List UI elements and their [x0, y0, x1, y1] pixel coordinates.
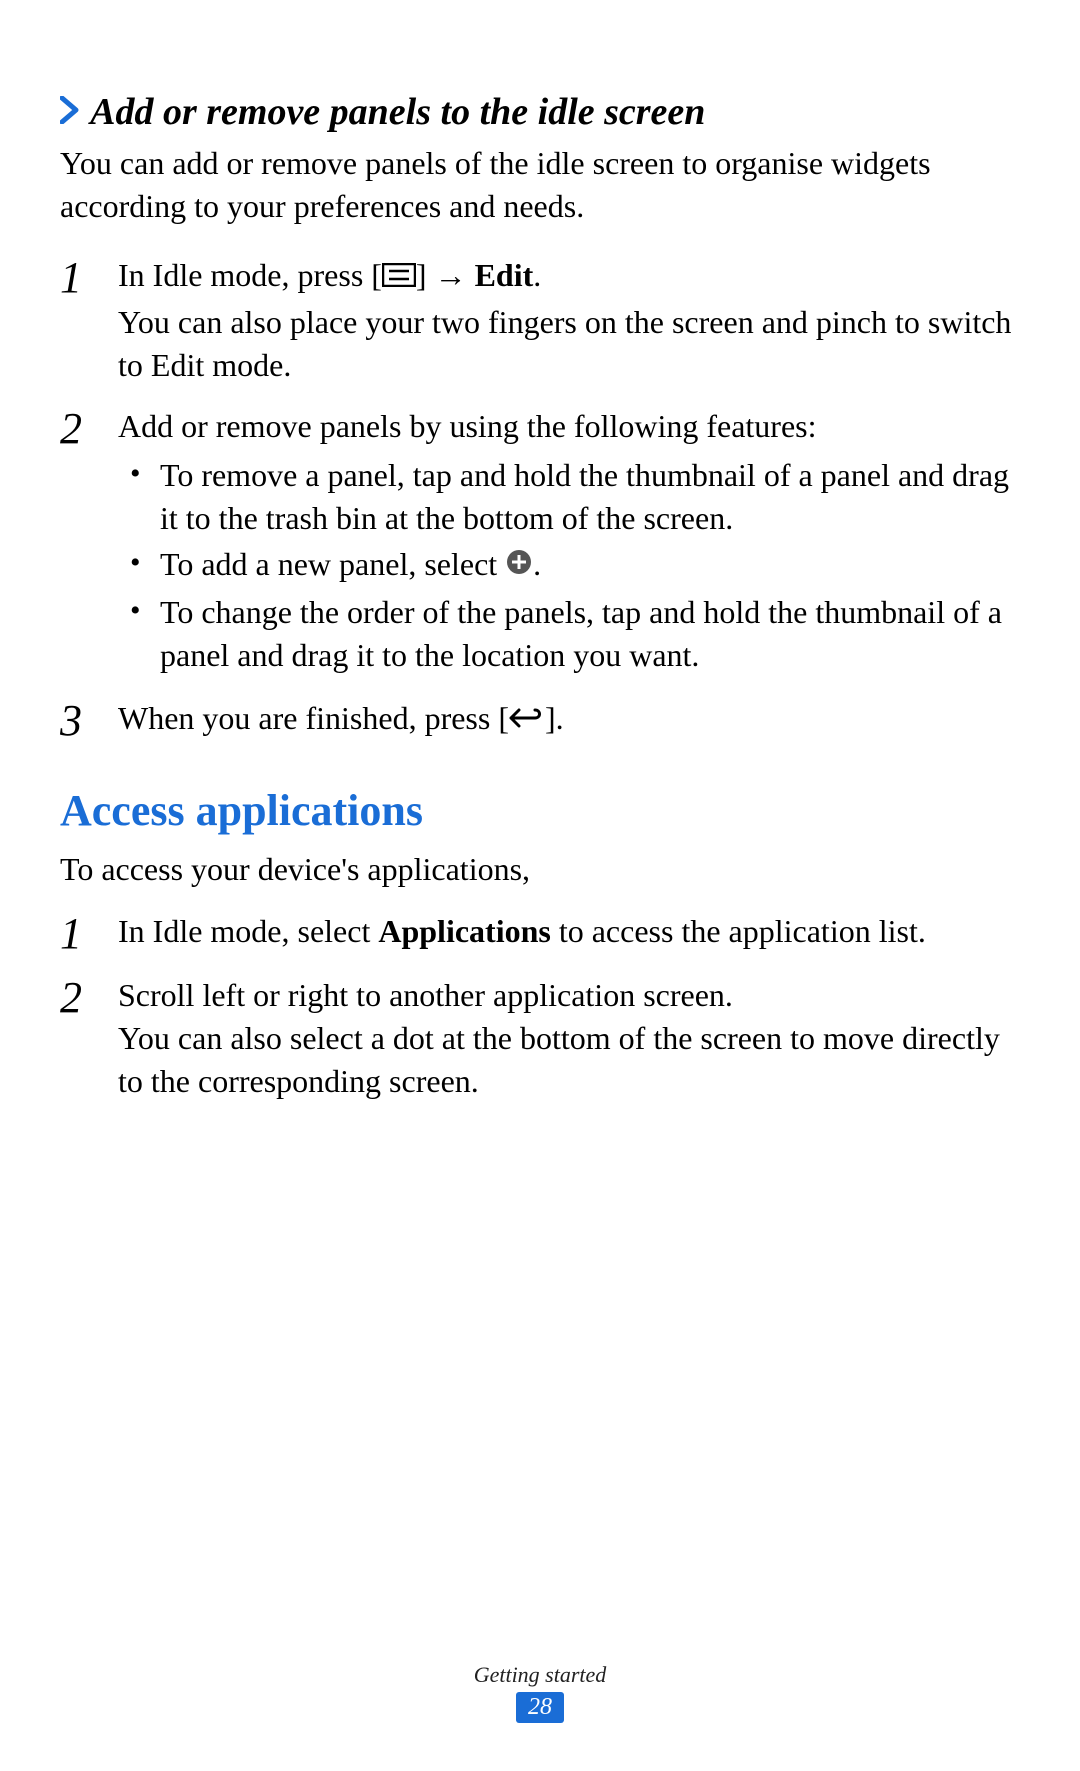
step-body: In Idle mode, press [ ] → Edit. You can a… — [118, 254, 1020, 387]
step-number: 2 — [60, 405, 118, 679]
s2-step2-line1: Scroll left or right to another applicat… — [118, 974, 1020, 1017]
step-body: Add or remove panels by using the follow… — [118, 405, 1020, 679]
step-3: 3 When you are finished, press []. — [60, 697, 1020, 743]
bullet-text: To change the order of the panels, tap a… — [160, 591, 1020, 677]
section2-intro: To access your device's applications, — [60, 848, 1020, 891]
step-number: 1 — [60, 910, 118, 956]
step-2: 2 Add or remove panels by using the foll… — [60, 405, 1020, 679]
s2-step1-bold: Applications — [378, 913, 550, 949]
bullet-item: • To remove a panel, tap and hold the th… — [118, 454, 1020, 540]
step-number: 2 — [60, 974, 118, 1104]
bullet-list: • To remove a panel, tap and hold the th… — [118, 454, 1020, 677]
plus-icon — [505, 544, 533, 587]
bullet-text: To remove a panel, tap and hold the thum… — [160, 454, 1020, 540]
bullet-item: • To change the order of the panels, tap… — [118, 591, 1020, 677]
bullet-item: • To add a new panel, select . — [118, 543, 1020, 589]
step-body: In Idle mode, select Applications to acc… — [118, 910, 1020, 956]
step3-post: ]. — [545, 700, 564, 736]
bullet-dot: • — [118, 591, 160, 677]
section1-intro: You can add or remove panels of the idle… — [60, 142, 1020, 228]
step-number: 3 — [60, 697, 118, 743]
s2-step1-pre: In Idle mode, select — [118, 913, 378, 949]
step1-pre: In Idle mode, press [ — [118, 257, 382, 293]
s2-step-2: 2 Scroll left or right to another applic… — [60, 974, 1020, 1104]
s2-step2-line2: You can also select a dot at the bottom … — [118, 1017, 1020, 1103]
step1-post: ] → — [416, 257, 475, 293]
b2-post: . — [533, 546, 541, 582]
main-heading-access: Access applications — [60, 785, 1020, 836]
chevron-icon — [60, 90, 82, 134]
page-number-badge: 28 — [516, 1692, 564, 1723]
footer-label: Getting started — [0, 1662, 1080, 1688]
step3-pre: When you are finished, press [ — [118, 700, 509, 736]
bullet-dot: • — [118, 454, 160, 540]
menu-icon — [382, 255, 416, 298]
back-icon — [509, 698, 545, 741]
step1-end: . — [533, 257, 541, 293]
section-heading-text: Add or remove panels to the idle screen — [90, 91, 705, 133]
step1-line2: You can also place your two fingers on t… — [118, 301, 1020, 387]
step-1: 1 In Idle mode, press [ ] → Edit. You can… — [60, 254, 1020, 387]
s2-step-1: 1 In Idle mode, select Applications to a… — [60, 910, 1020, 956]
page-footer: Getting started 28 — [0, 1662, 1080, 1723]
step-number: 1 — [60, 254, 118, 387]
step1-bold: Edit — [475, 257, 534, 293]
section-heading-panels: Add or remove panels to the idle screen — [60, 90, 1020, 134]
bullet-dot: • — [118, 543, 160, 589]
b2-pre: To add a new panel, select — [160, 546, 505, 582]
step-body: When you are finished, press []. — [118, 697, 1020, 743]
bullet-text: To add a new panel, select . — [160, 543, 1020, 589]
step2-intro: Add or remove panels by using the follow… — [118, 405, 1020, 448]
s2-step1-post: to access the application list. — [551, 913, 926, 949]
step-body: Scroll left or right to another applicat… — [118, 974, 1020, 1104]
